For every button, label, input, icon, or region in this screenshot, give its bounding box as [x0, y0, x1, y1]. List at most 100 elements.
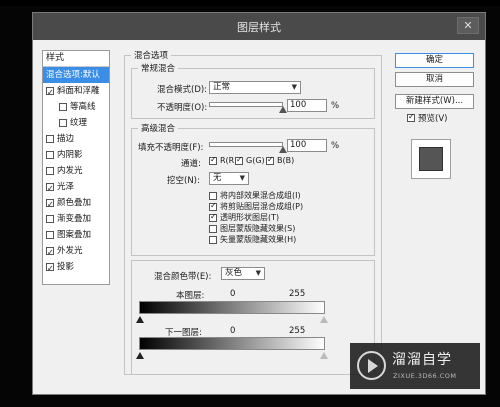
style-item[interactable]: 图案叠加 [43, 227, 109, 243]
advanced-blending-title: 高级混合 [138, 122, 179, 134]
advanced-option[interactable]: 将内部效果混合成组(I) [209, 190, 301, 201]
chevron-down-icon: ▼ [255, 269, 261, 277]
blend-mode-value: 正常 [213, 82, 231, 92]
cancel-button[interactable]: 取消 [395, 72, 474, 87]
style-item[interactable]: 斜面和浮雕 [43, 83, 109, 100]
watermark: 溜溜自学 ZIXUE.3D66.COM [350, 343, 480, 389]
style-checkbox[interactable] [46, 167, 54, 175]
style-item-label: 斜面和浮雕 [57, 85, 100, 96]
style-item-label: 纹理 [70, 117, 88, 128]
advanced-option-label: 图层蒙版隐藏效果(S) [220, 224, 296, 233]
blend-options-title: 混合选项 [131, 49, 172, 61]
opacity-input[interactable]: 100 [287, 99, 327, 112]
style-item[interactable]: 描边 [43, 131, 109, 147]
style-checkbox[interactable] [46, 261, 54, 276]
advanced-option[interactable]: 图层蒙版隐藏效果(S) [209, 223, 295, 234]
this-layer-black-handle[interactable] [136, 316, 144, 323]
preview-label: 预览(V) [418, 114, 448, 124]
advanced-option[interactable]: 透明形状图层(T) [209, 212, 279, 223]
styles-header[interactable]: 样式 [43, 51, 109, 67]
close-button[interactable]: ✕ [457, 17, 479, 34]
opacity-slider[interactable] [209, 102, 283, 107]
style-checkbox[interactable] [46, 197, 54, 212]
style-item-label: 投影 [57, 261, 75, 272]
blend-if-select[interactable]: 灰色 ▼ [221, 267, 265, 280]
channel-label: G(G) [246, 156, 265, 165]
preview-checkbox[interactable] [407, 112, 415, 122]
fill-opacity-slider-handle[interactable] [279, 146, 287, 153]
this-layer-gradient [139, 301, 325, 314]
channels-label: 通道: [181, 159, 201, 169]
knockout-select[interactable]: 无 ▼ [209, 172, 249, 185]
advanced-option-checkbox[interactable] [209, 224, 217, 233]
style-item[interactable]: 纹理 [43, 115, 109, 131]
channel-checkbox[interactable] [235, 155, 243, 165]
style-checkbox[interactable] [46, 151, 54, 159]
channel-checkbox[interactable] [266, 155, 274, 165]
this-layer-max: 255 [289, 289, 306, 299]
new-style-button[interactable]: 新建样式(W)... [395, 94, 474, 109]
style-item-label: 内阴影 [57, 149, 83, 160]
style-item[interactable]: 颜色叠加 [43, 195, 109, 212]
style-item[interactable]: 光泽 [43, 179, 109, 196]
channel-toggle[interactable]: G(G) [235, 155, 265, 165]
ok-button[interactable]: 确定 [395, 53, 474, 68]
fill-opacity-label: 填充不透明度(F): [138, 143, 204, 153]
blend-mode-label: 混合模式(D): [157, 85, 208, 95]
opacity-slider-handle[interactable] [279, 106, 287, 113]
style-checkbox[interactable] [46, 231, 54, 239]
style-item-label: 等高线 [70, 101, 96, 112]
channel-checkbox[interactable] [209, 155, 217, 165]
style-item-label: 外发光 [57, 245, 83, 256]
fill-opacity-input[interactable]: 100 [287, 139, 327, 152]
advanced-option-checkbox[interactable] [209, 201, 217, 211]
underlying-layer-black-handle[interactable] [136, 352, 144, 359]
general-blending-group: 常规混合 混合模式(D): 正常 ▼ 不透明度(O): 100 % [131, 62, 375, 119]
underlying-layer-max: 255 [289, 326, 306, 336]
style-item[interactable]: 混合选项:默认 [43, 67, 109, 83]
play-logo-icon [357, 351, 386, 380]
style-checkbox[interactable] [46, 135, 54, 143]
style-item[interactable]: 内发光 [43, 163, 109, 179]
style-item[interactable]: 等高线 [43, 99, 109, 115]
advanced-option-checkbox[interactable] [209, 212, 217, 222]
advanced-option[interactable]: 矢量蒙版隐藏效果(H) [209, 234, 296, 245]
this-layer-label: 本图层: [176, 291, 205, 301]
style-checkbox[interactable] [46, 181, 54, 196]
underlying-layer-min: 0 [230, 326, 236, 336]
chevron-down-icon: ▼ [239, 174, 245, 182]
advanced-blending-group: 高级混合 填充不透明度(F): 100 % 通道: R(R) G(G) B(B) 挖… [131, 122, 375, 256]
channel-toggle[interactable]: B(B) [266, 155, 294, 165]
advanced-option-label: 将剪贴图层混合成组(P) [220, 202, 304, 211]
fill-opacity-slider[interactable] [209, 142, 283, 147]
advanced-option-label: 矢量蒙版隐藏效果(H) [220, 235, 297, 244]
opacity-label: 不透明度(O): [157, 103, 208, 113]
style-checkbox[interactable] [59, 119, 67, 127]
style-checkbox[interactable] [46, 215, 54, 223]
watermark-title: 溜溜自学 [392, 352, 452, 368]
style-item[interactable]: 内阴影 [43, 147, 109, 163]
layer-style-dialog: 图层样式 ✕ 样式 混合选项:默认斜面和浮雕等高线纹理描边内阴影内发光光泽颜色叠… [32, 12, 486, 395]
style-item-label: 图案叠加 [57, 229, 92, 240]
general-blending-title: 常规混合 [138, 62, 179, 74]
style-checkbox[interactable] [46, 245, 54, 260]
preview-swatch [419, 147, 443, 171]
style-item[interactable]: 渐变叠加 [43, 211, 109, 227]
this-layer-white-handle[interactable] [320, 316, 328, 323]
style-checkbox[interactable] [59, 103, 67, 111]
style-item[interactable]: 外发光 [43, 243, 109, 260]
advanced-option-label: 将内部效果混合成组(I) [220, 191, 301, 200]
advanced-option[interactable]: 将剪贴图层混合成组(P) [209, 201, 303, 212]
blend-if-label: 混合颜色带(E): [154, 272, 212, 282]
dialog-titlebar[interactable]: 图层样式 ✕ [33, 13, 485, 40]
style-checkbox[interactable] [46, 85, 54, 100]
style-item-label: 描边 [57, 133, 75, 144]
channel-toggle[interactable]: R(R) [209, 155, 237, 165]
style-item[interactable]: 投影 [43, 259, 109, 276]
style-item-label: 内发光 [57, 165, 83, 176]
underlying-layer-white-handle[interactable] [320, 352, 328, 359]
blend-mode-select[interactable]: 正常 ▼ [209, 81, 301, 94]
advanced-option-checkbox[interactable] [209, 235, 217, 244]
preview-toggle[interactable]: 预览(V) [407, 112, 447, 124]
advanced-option-checkbox[interactable] [209, 191, 217, 200]
